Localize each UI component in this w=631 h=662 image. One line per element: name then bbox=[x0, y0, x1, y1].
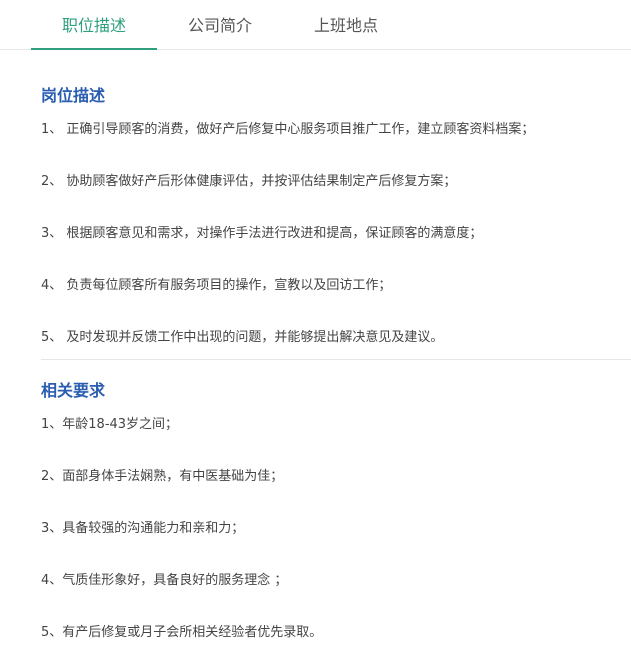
requirement-item: 4、气质佳形象好，具备良好的服务理念 ； bbox=[41, 573, 288, 588]
job-detail-page: 职位描述 公司简介 上班地点 岗位描述 1、 正确引导顾客的消费，做好产后修复中… bbox=[0, 0, 631, 662]
requirement-item: 1、年龄18-43岁之间； bbox=[41, 417, 179, 432]
tab-work-location[interactable]: 上班地点 bbox=[283, 0, 409, 50]
requirement-item: 5、有产后修复或月子会所相关经验者优先录取。 bbox=[41, 625, 323, 640]
tab-bar: 职位描述 公司简介 上班地点 bbox=[0, 0, 631, 50]
duty-item: 5、 及时发现并反馈工作中出现的问题，并能够提出解决意见及建议。 bbox=[41, 330, 444, 345]
tab-company-profile[interactable]: 公司简介 bbox=[157, 0, 283, 50]
requirement-item: 3、具备较强的沟通能力和亲和力； bbox=[41, 521, 245, 536]
duty-item: 1、 正确引导顾客的消费，做好产后修复中心服务项目推广工作，建立顾客资料档案； bbox=[41, 122, 535, 137]
duty-item: 2、 协助顾客做好产后形体健康评估，并按评估结果制定产后修复方案； bbox=[41, 174, 457, 189]
tab-job-description[interactable]: 职位描述 bbox=[31, 0, 157, 50]
duty-item: 3、 根据顾客意见和需求，对操作手法进行改进和提高，保证顾客的满意度； bbox=[41, 226, 483, 241]
requirements-section-title: 相关要求 bbox=[41, 381, 106, 400]
section-divider bbox=[41, 359, 631, 360]
duties-section-title: 岗位描述 bbox=[41, 86, 106, 105]
requirement-item: 2、面部身体手法娴熟，有中医基础为佳； bbox=[41, 469, 284, 484]
duty-item: 4、 负责每位顾客所有服务项目的操作，宣教以及回访工作； bbox=[41, 278, 392, 293]
